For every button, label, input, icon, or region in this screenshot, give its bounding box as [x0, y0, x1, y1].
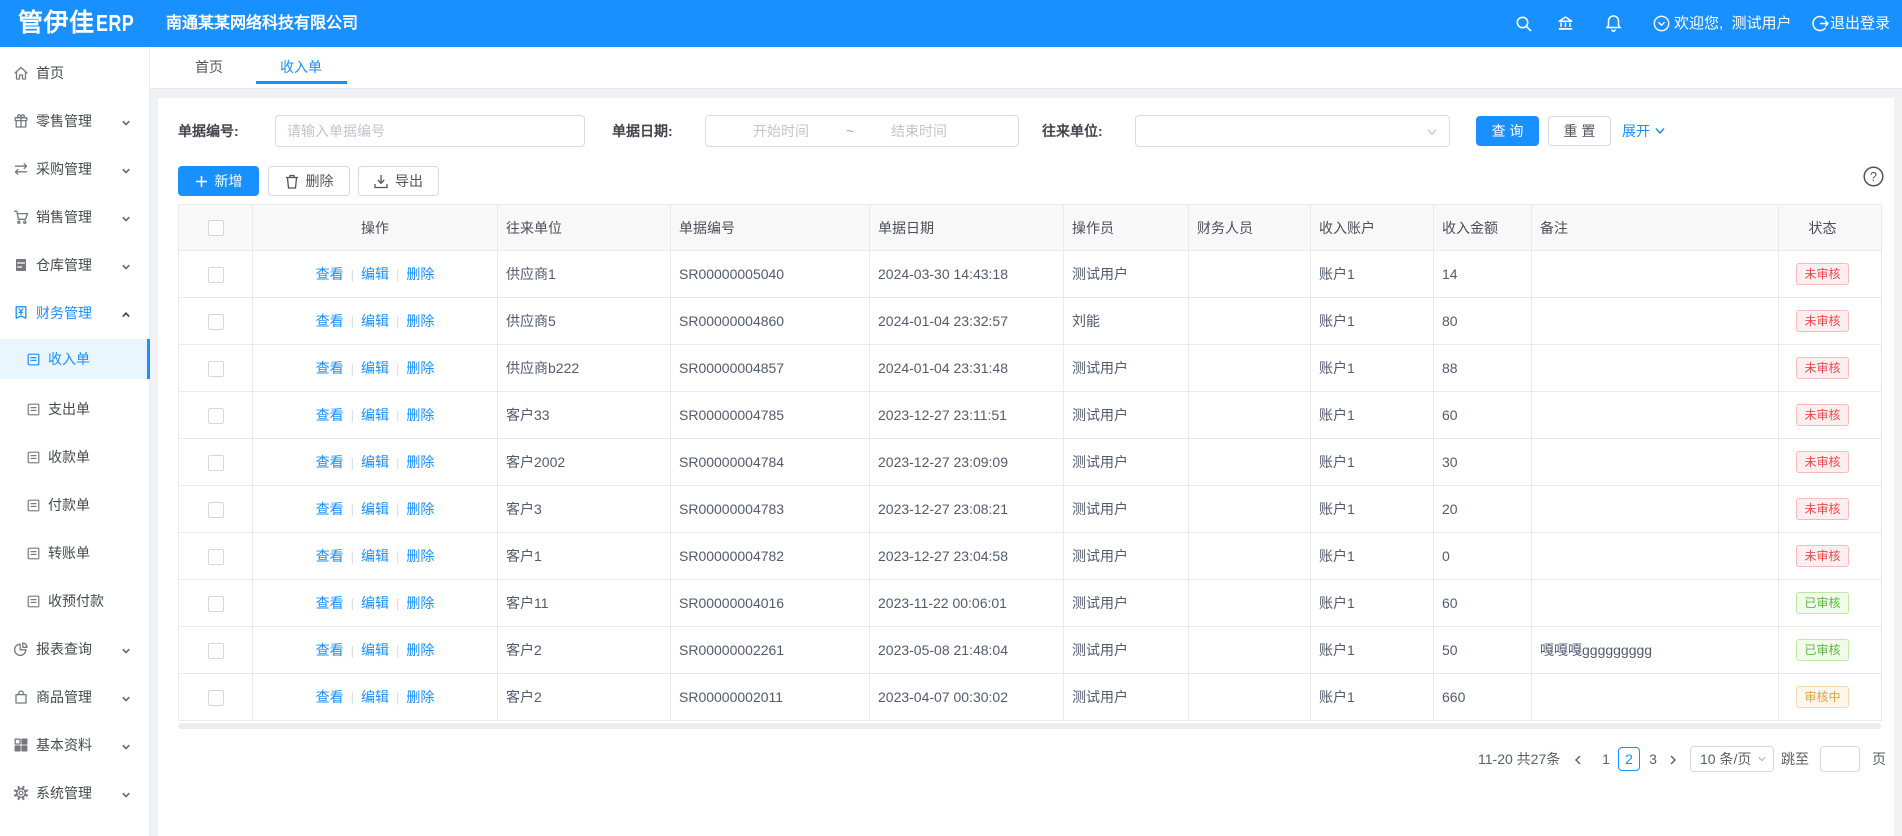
svg-text:?: ?: [1870, 170, 1877, 184]
